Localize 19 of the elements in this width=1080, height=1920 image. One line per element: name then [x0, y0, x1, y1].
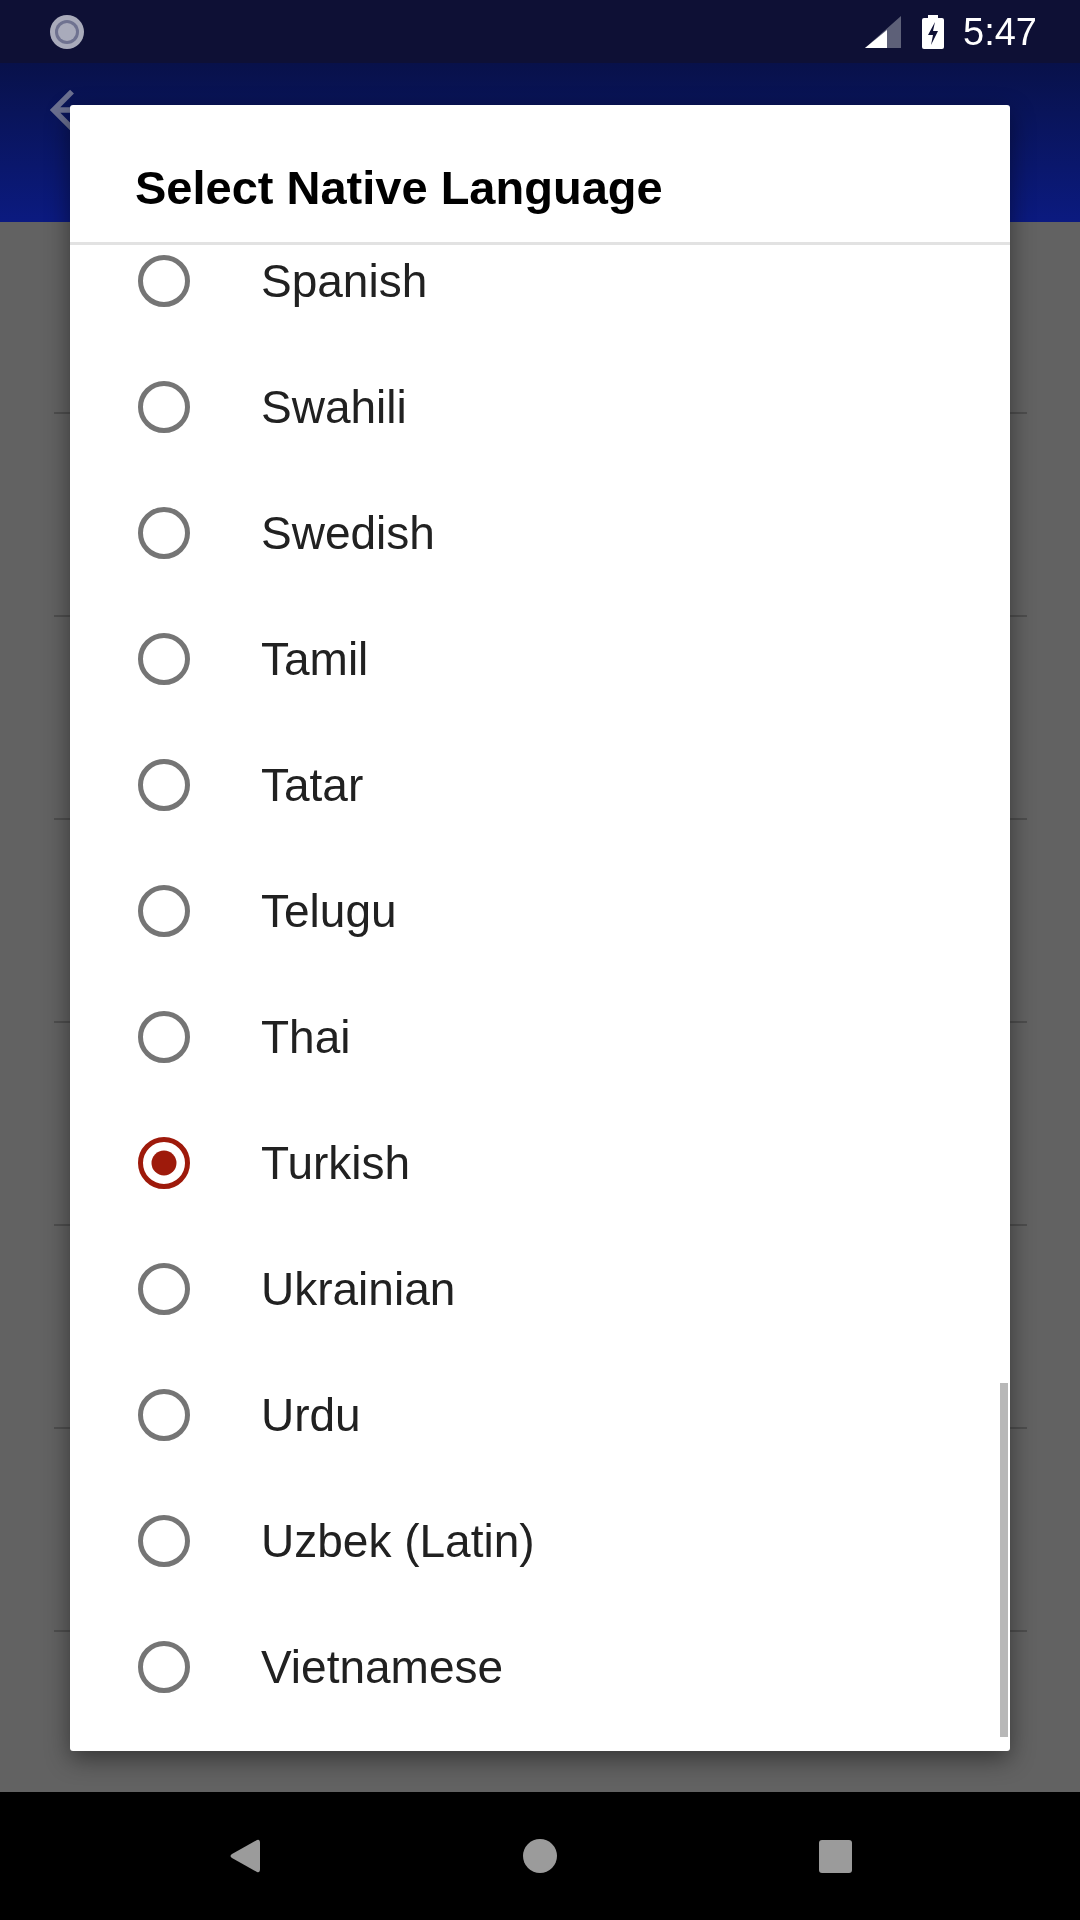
status-time: 5:47 [963, 12, 1037, 51]
language-option[interactable]: Telugu [138, 875, 950, 947]
language-option[interactable]: Swahili [138, 371, 950, 443]
signal-icon [865, 15, 902, 48]
spinner-icon [49, 13, 85, 50]
home-icon[interactable] [522, 1839, 557, 1873]
language-option[interactable]: Uzbek (Latin) [138, 1505, 950, 1577]
language-option[interactable]: Urdu [138, 1379, 950, 1451]
language-option[interactable]: Tamil [138, 623, 950, 695]
language-option[interactable]: Swedish [138, 497, 950, 569]
language-option[interactable]: Vietnamese [138, 1631, 950, 1703]
language-option[interactable]: Ukrainian [138, 1253, 950, 1325]
language-option[interactable]: Turkish [138, 1127, 950, 1199]
battery-charging-icon [922, 14, 945, 49]
back-icon[interactable] [228, 1838, 261, 1874]
language-option[interactable]: Tatar [138, 749, 950, 821]
recents-icon[interactable] [818, 1839, 852, 1873]
language-option[interactable]: Thai [138, 1001, 950, 1073]
language-option[interactable]: Spanish [138, 245, 950, 317]
